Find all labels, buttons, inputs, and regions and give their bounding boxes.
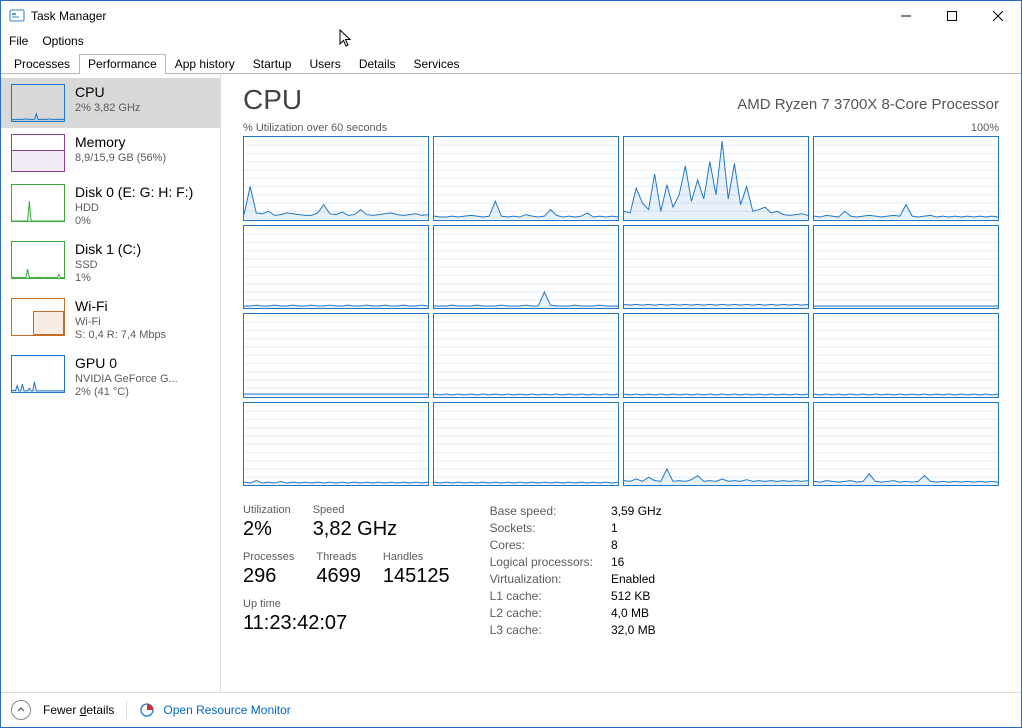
tab-services[interactable]: Services xyxy=(405,54,469,74)
stat-speed: Speed 3,82 GHz xyxy=(313,504,397,541)
sidebar-disk0-sub1: HDD xyxy=(75,202,193,216)
menu-options[interactable]: Options xyxy=(42,34,83,48)
stat-key: Base speed: xyxy=(490,504,593,518)
sidebar-gpu-sub2: 2% (41 °C) xyxy=(75,386,178,400)
stat-key: Sockets: xyxy=(490,521,593,535)
chevron-up-icon[interactable] xyxy=(11,700,31,720)
disk0-thumb xyxy=(11,184,65,222)
stat-value: 16 xyxy=(611,555,662,569)
bottom-bar: Fewer details Open Resource Monitor xyxy=(1,692,1021,727)
stat-key: L3 cache: xyxy=(490,623,593,637)
sidebar-gpu-sub1: NVIDIA GeForce G... xyxy=(75,373,178,387)
detail-title: CPU xyxy=(243,84,302,116)
core-chart-13 xyxy=(433,402,619,487)
stat-uptime: Up time 11:23:42:07 xyxy=(243,598,347,635)
chart-left-label: % Utilization over 60 seconds xyxy=(243,122,387,134)
open-resource-monitor-link[interactable]: Open Resource Monitor xyxy=(163,703,290,717)
sidebar-disk1-sub2: 1% xyxy=(75,272,141,286)
sidebar-item-memory[interactable]: Memory 8,9/15,9 GB (56%) xyxy=(1,128,220,178)
sidebar-item-gpu[interactable]: GPU 0 NVIDIA GeForce G... 2% (41 °C) xyxy=(1,349,220,406)
stat-threads: Threads 4699 xyxy=(316,551,361,588)
stat-value: 8 xyxy=(611,538,662,552)
stat-key: Virtualization: xyxy=(490,572,593,586)
sidebar-item-wifi[interactable]: Wi-Fi Wi-Fi S: 0,4 R: 7,4 Mbps xyxy=(1,292,220,349)
stat-value: 4,0 MB xyxy=(611,606,662,620)
sidebar-cpu-sub: 2% 3,82 GHz xyxy=(75,102,140,116)
stat-handles: Handles 145125 xyxy=(383,551,450,588)
stat-value: 512 KB xyxy=(611,589,662,603)
menubar: File Options xyxy=(1,31,1021,51)
stat-key: L2 cache: xyxy=(490,606,593,620)
disk1-thumb xyxy=(11,241,65,279)
resource-monitor-icon xyxy=(139,702,155,718)
core-chart-11 xyxy=(813,313,999,398)
tab-strip: Processes Performance App history Startu… xyxy=(1,51,1021,74)
sidebar-wifi-name: Wi-Fi xyxy=(75,298,166,316)
close-button[interactable] xyxy=(975,1,1021,31)
tab-startup[interactable]: Startup xyxy=(244,54,301,74)
sidebar-item-cpu[interactable]: CPU 2% 3,82 GHz xyxy=(1,78,220,128)
core-chart-6 xyxy=(623,225,809,310)
core-chart-5 xyxy=(433,225,619,310)
sidebar: CPU 2% 3,82 GHz Memory 8,9/15,9 GB (56%) xyxy=(1,74,221,692)
stats-area: Utilization 2% Speed 3,82 GHz Processes … xyxy=(243,504,999,637)
sidebar-cpu-name: CPU xyxy=(75,84,140,102)
core-chart-9 xyxy=(433,313,619,398)
cpu-thumb xyxy=(11,84,65,122)
maximize-button[interactable] xyxy=(929,1,975,31)
minimize-button[interactable] xyxy=(883,1,929,31)
detail-pane: CPU AMD Ryzen 7 3700X 8-Core Processor %… xyxy=(221,74,1021,692)
fewer-details-link[interactable]: Fewer details xyxy=(43,703,114,717)
sidebar-memory-sub: 8,9/15,9 GB (56%) xyxy=(75,152,166,166)
core-chart-7 xyxy=(813,225,999,310)
sidebar-item-disk1[interactable]: Disk 1 (C:) SSD 1% xyxy=(1,235,220,292)
app-icon xyxy=(9,8,25,24)
tab-performance[interactable]: Performance xyxy=(79,54,166,74)
core-chart-15 xyxy=(813,402,999,487)
chart-right-label: 100% xyxy=(971,122,999,134)
sidebar-disk0-sub2: 0% xyxy=(75,215,193,229)
sidebar-disk1-sub1: SSD xyxy=(75,259,141,273)
core-chart-4 xyxy=(243,225,429,310)
sidebar-disk0-name: Disk 0 (E: G: H: F:) xyxy=(75,184,193,202)
tab-details[interactable]: Details xyxy=(350,54,405,74)
core-chart-1 xyxy=(433,136,619,221)
core-chart-0 xyxy=(243,136,429,221)
core-chart-8 xyxy=(243,313,429,398)
gpu-thumb xyxy=(11,355,65,393)
stat-value: 32,0 MB xyxy=(611,623,662,637)
window-title: Task Manager xyxy=(31,9,106,23)
sidebar-memory-name: Memory xyxy=(75,134,166,152)
tab-app-history[interactable]: App history xyxy=(166,54,244,74)
stat-value: 3,59 GHz xyxy=(611,504,662,518)
tab-processes[interactable]: Processes xyxy=(5,54,79,74)
stat-key: Logical processors: xyxy=(490,555,593,569)
stat-key: Cores: xyxy=(490,538,593,552)
stats-right: Base speed: 3,59 GHz Sockets: 1 Cores: 8 Logic… xyxy=(490,504,662,637)
core-chart-12 xyxy=(243,402,429,487)
core-chart-3 xyxy=(813,136,999,221)
core-chart-10 xyxy=(623,313,809,398)
stat-key: L1 cache: xyxy=(490,589,593,603)
stat-value: 1 xyxy=(611,521,662,535)
wifi-thumb xyxy=(11,298,65,336)
sidebar-disk1-name: Disk 1 (C:) xyxy=(75,241,141,259)
task-manager-window: Task Manager File Options Processes Perf… xyxy=(0,0,1022,728)
core-chart-grid xyxy=(243,136,999,486)
sidebar-item-disk0[interactable]: Disk 0 (E: G: H: F:) HDD 0% xyxy=(1,178,220,235)
sidebar-wifi-sub2: S: 0,4 R: 7,4 Mbps xyxy=(75,329,166,343)
menu-file[interactable]: File xyxy=(9,34,28,48)
sidebar-gpu-name: GPU 0 xyxy=(75,355,178,373)
tab-users[interactable]: Users xyxy=(300,54,349,74)
sidebar-wifi-sub1: Wi-Fi xyxy=(75,316,166,330)
memory-thumb xyxy=(11,134,65,172)
stat-utilization: Utilization 2% xyxy=(243,504,291,541)
core-chart-14 xyxy=(623,402,809,487)
cpu-model: AMD Ryzen 7 3700X 8-Core Processor xyxy=(737,96,999,113)
stat-value: Enabled xyxy=(611,572,662,586)
core-chart-2 xyxy=(623,136,809,221)
stat-processes: Processes 296 xyxy=(243,551,294,588)
titlebar: Task Manager xyxy=(1,1,1021,31)
